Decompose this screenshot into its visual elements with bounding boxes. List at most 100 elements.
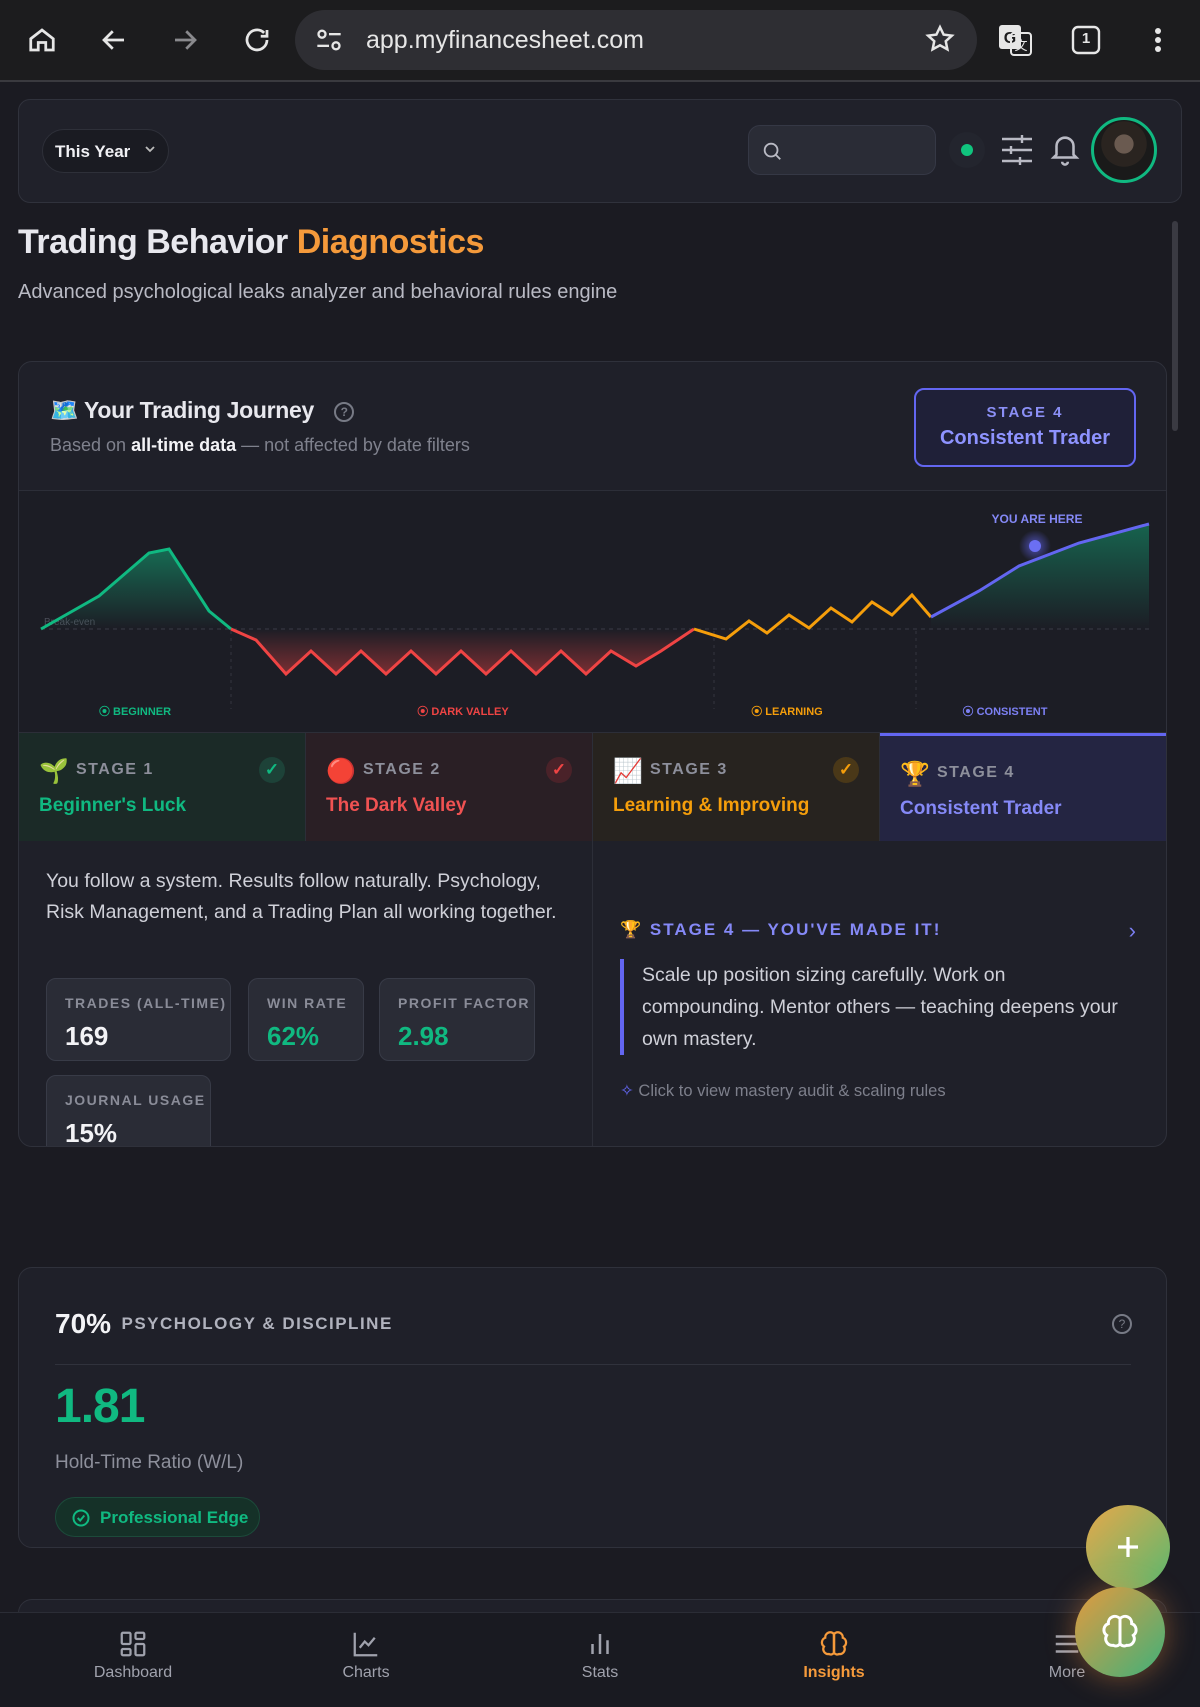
mastery-audit-text: Click to view mastery audit & scaling ru… xyxy=(638,1082,946,1100)
url-text: app.myfinancesheet.com xyxy=(366,26,644,54)
tab-stage-2[interactable]: 🔴 STAGE 2 The Dark Valley ✓ xyxy=(306,733,593,841)
current-stage-badge[interactable]: STAGE 4 Consistent Trader xyxy=(914,388,1136,467)
beginner-area xyxy=(41,549,231,629)
mastery-audit-link[interactable]: ✧ Click to view mastery audit & scaling … xyxy=(620,1081,946,1101)
trophy-icon: 🏆 xyxy=(620,920,644,939)
home-icon[interactable] xyxy=(20,20,64,60)
journey-chart: Break-even YOU ARE HERE ⦿ BEGINNER ⦿ DAR… xyxy=(19,490,1166,732)
browser-toolbar: app.myfinancesheet.com G文 1 xyxy=(0,0,1200,82)
psychology-percent: 70% xyxy=(55,1308,112,1339)
search-input[interactable] xyxy=(748,125,936,175)
app-topbar: This Year xyxy=(18,99,1182,203)
stat-label: PROFIT FACTOR xyxy=(398,995,531,1011)
you-are-here-label: YOU ARE HERE xyxy=(992,512,1083,526)
search-icon xyxy=(761,140,783,167)
status-badge: Professional Edge xyxy=(55,1497,260,1537)
connection-status-dot xyxy=(949,132,985,168)
hold-time-ratio-label: Hold-Time Ratio (W/L) xyxy=(55,1452,244,1473)
sparkle-icon: ✧ xyxy=(620,1082,634,1100)
journey-chart-svg: Break-even YOU ARE HERE ⦿ BEGINNER ⦿ DAR… xyxy=(40,512,1150,718)
page-title-main: Trading Behavior xyxy=(18,223,288,261)
plus-icon xyxy=(1118,1537,1138,1557)
bottom-nav: Dashboard Charts Stats Insights More xyxy=(0,1612,1200,1707)
phase-label-learning: ⦿ LEARNING xyxy=(751,704,823,718)
nav-label: Charts xyxy=(342,1664,390,1681)
nav-label: More xyxy=(1048,1664,1086,1681)
stage-advice: Scale up position sizing carefully. Work… xyxy=(620,959,1130,1055)
nav-stats[interactable]: Stats xyxy=(480,1613,720,1707)
journey-title-text: Your Trading Journey xyxy=(84,397,315,423)
forward-icon[interactable] xyxy=(163,20,207,60)
chevron-right-icon[interactable]: › xyxy=(1129,918,1136,944)
nav-insights[interactable]: Insights xyxy=(714,1613,954,1707)
check-circle-icon xyxy=(72,1509,90,1527)
page-title-accent: Diagnostics xyxy=(296,223,485,261)
phase-label-dark-valley: ⦿ DARK VALLEY xyxy=(417,704,509,718)
psychology-card: 70% PSYCHOLOGY & DISCIPLINE ? 1.81 Hold-… xyxy=(18,1267,1167,1548)
nav-dashboard[interactable]: Dashboard xyxy=(13,1613,253,1707)
tab-switcher-icon[interactable]: 1 xyxy=(1064,20,1108,60)
help-icon[interactable]: ? xyxy=(1112,1314,1132,1334)
check-icon: ✓ xyxy=(546,757,572,783)
svg-text:文: 文 xyxy=(1014,38,1027,53)
journey-note-bold: all-time data xyxy=(131,435,237,455)
add-button[interactable] xyxy=(1086,1505,1170,1589)
learning-line xyxy=(693,592,933,641)
trophy-icon: 🏆 xyxy=(900,761,930,788)
stat-value: 15% xyxy=(65,1118,118,1147)
page-subtitle: Advanced psychological leaks analyzer an… xyxy=(18,281,618,303)
brain-icon xyxy=(820,1631,848,1656)
tab-stage-1[interactable]: 🌱 STAGE 1 Beginner's Luck ✓ xyxy=(19,733,306,841)
address-bar[interactable]: app.myfinancesheet.com xyxy=(295,10,977,70)
stat-value: 169 xyxy=(65,1021,109,1051)
chart-up-icon: 📈 xyxy=(613,758,643,785)
stat-journal-usage: JOURNAL USAGE 15% xyxy=(46,1075,211,1147)
made-it-text: STAGE 4 — YOU'VE MADE IT! xyxy=(649,920,942,939)
avatar[interactable] xyxy=(1091,117,1157,183)
stat-trades: TRADES (ALL-TIME) 169 xyxy=(46,978,231,1061)
tab-stage-3[interactable]: 📈 STAGE 3 Learning & Improving ✓ xyxy=(593,733,880,841)
psychology-title: PSYCHOLOGY & DISCIPLINE xyxy=(121,1314,393,1333)
stat-label: JOURNAL USAGE xyxy=(65,1092,206,1108)
phase-label-beginner: ⦿ BEGINNER xyxy=(99,704,171,718)
browser-menu-icon[interactable] xyxy=(1136,20,1180,60)
psychology-heading: 70% PSYCHOLOGY & DISCIPLINE xyxy=(55,1308,393,1340)
you-are-here-marker xyxy=(1029,540,1041,552)
ai-assistant-button[interactable] xyxy=(1075,1587,1165,1677)
phase-label-consistent: ⦿ CONSISTENT xyxy=(963,704,1048,718)
stage-name: The Dark Valley xyxy=(326,795,467,816)
stat-win-rate: WIN RATE 62% xyxy=(248,978,364,1061)
journey-data-note: Based on all-time data — not affected by… xyxy=(50,435,470,456)
page-scrollbar[interactable] xyxy=(1172,221,1178,431)
filters-icon[interactable] xyxy=(1000,132,1034,173)
stat-value: 2.98 xyxy=(398,1021,449,1051)
help-icon[interactable]: ? xyxy=(334,401,355,422)
stat-label: TRADES (ALL-TIME) xyxy=(65,995,227,1011)
dashboard-icon xyxy=(120,1631,146,1657)
site-settings-icon[interactable] xyxy=(315,27,343,58)
bookmark-star-icon[interactable] xyxy=(925,24,955,59)
made-it-heading: 🏆 STAGE 4 — YOU'VE MADE IT! xyxy=(620,920,941,940)
bar-chart-icon xyxy=(591,1634,609,1654)
current-stage-label: STAGE 4 xyxy=(986,404,1064,421)
stage-label: STAGE 1 xyxy=(76,761,154,778)
nav-charts[interactable]: Charts xyxy=(246,1613,486,1707)
hold-time-ratio-value: 1.81 xyxy=(55,1380,145,1433)
mastery-panel[interactable]: 🏆 STAGE 4 — YOU'VE MADE IT! › Scale up p… xyxy=(594,840,1166,1146)
nav-label: Stats xyxy=(581,1664,619,1681)
divider xyxy=(55,1364,1131,1365)
bell-icon[interactable] xyxy=(1048,130,1082,173)
back-icon[interactable] xyxy=(92,20,136,60)
check-icon: ✓ xyxy=(259,757,285,783)
period-select[interactable]: This Year xyxy=(42,129,169,173)
reload-icon[interactable] xyxy=(235,20,279,60)
translate-icon[interactable]: G文 xyxy=(993,20,1037,60)
period-select-value: This Year xyxy=(55,142,131,161)
trading-journey-card: 🗺️ Your Trading Journey ? Based on all-t… xyxy=(18,361,1167,1147)
stage-name: Learning & Improving xyxy=(613,795,810,816)
red-circle-icon: 🔴 xyxy=(326,758,356,785)
nav-label: Insights xyxy=(803,1664,865,1681)
tab-stage-4[interactable]: 🏆 STAGE 4 Consistent Trader xyxy=(880,733,1166,841)
stage-detail-panel: You follow a system. Results follow natu… xyxy=(19,840,593,1147)
stage-label: STAGE 4 xyxy=(937,764,1015,781)
